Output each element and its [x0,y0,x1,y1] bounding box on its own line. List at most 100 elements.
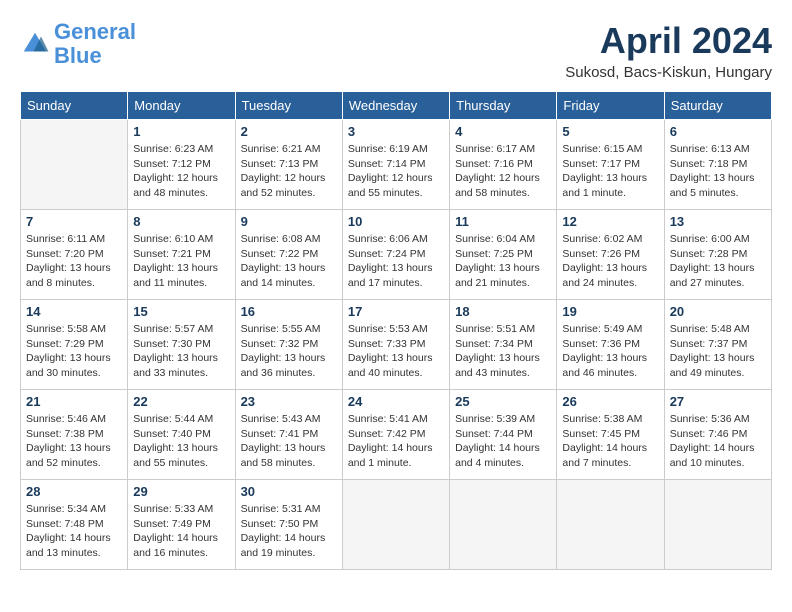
day-info: Sunrise: 5:48 AMSunset: 7:37 PMDaylight:… [670,322,766,381]
day-number: 25 [455,394,551,409]
title-block: April 2024 Sukosd, Bacs-Kiskun, Hungary [565,20,772,81]
calendar-cell: 2Sunrise: 6:21 AMSunset: 7:13 PMDaylight… [235,120,342,210]
day-info: Sunrise: 6:21 AMSunset: 7:13 PMDaylight:… [241,142,337,201]
day-number: 20 [670,304,766,319]
day-info: Sunrise: 5:46 AMSunset: 7:38 PMDaylight:… [26,412,122,471]
calendar-cell: 22 Sunrise: 5:44 AMSunset: 7:40 PMDayligh… [128,390,235,480]
day-number: 6 [670,124,766,139]
day-number: 29 [133,484,229,499]
calendar-cell: 30Sunrise: 5:31 AMSunset: 7:50 PMDayligh… [235,480,342,570]
calendar-cell: 26 Sunrise: 5:38 AMSunset: 7:45 PMDayligh… [557,390,664,480]
day-number: 8 [133,214,229,229]
calendar-cell: 25Sunrise: 5:39 AMSunset: 7:44 PMDayligh… [450,390,557,480]
day-info: Sunrise: 5:34 AMSunset: 7:48 PMDaylight:… [26,502,122,561]
day-number: 21 [26,394,122,409]
calendar-week-row: 1 Sunrise: 6:23 AMSunset: 7:12 PMDaylight… [21,120,772,210]
calendar-cell [21,120,128,210]
day-info: Sunrise: 5:41 AMSunset: 7:42 PMDaylight:… [348,412,444,471]
calendar-cell: 24 Sunrise: 5:41 AMSunset: 7:42 PMDayligh… [342,390,449,480]
calendar-cell: 16Sunrise: 5:55 AMSunset: 7:32 PMDayligh… [235,300,342,390]
day-number: 11 [455,214,551,229]
calendar-cell: 20 Sunrise: 5:48 AMSunset: 7:37 PMDayligh… [664,300,771,390]
day-info: Sunrise: 5:49 AMSunset: 7:36 PMDaylight:… [562,322,658,381]
day-info: Sunrise: 6:02 AMSunset: 7:26 PMDaylight:… [562,232,658,291]
month-title: April 2024 [565,20,772,62]
header-tuesday: Tuesday [235,92,342,120]
calendar-cell: 5 Sunrise: 6:15 AMSunset: 7:17 PMDaylight… [557,120,664,210]
calendar-cell: 23Sunrise: 5:43 AMSunset: 7:41 PMDayligh… [235,390,342,480]
day-info: Sunrise: 6:11 AMSunset: 7:20 PMDaylight:… [26,232,122,291]
calendar-cell: 14 Sunrise: 5:58 AMSunset: 7:29 PMDayligh… [21,300,128,390]
logo-icon [20,29,50,59]
logo-general: General [54,19,136,44]
calendar-cell: 19 Sunrise: 5:49 AMSunset: 7:36 PMDayligh… [557,300,664,390]
calendar-cell: 7 Sunrise: 6:11 AMSunset: 7:20 PMDaylight… [21,210,128,300]
location-subtitle: Sukosd, Bacs-Kiskun, Hungary [565,64,772,81]
calendar-table: SundayMondayTuesdayWednesdayThursdayFrid… [20,91,772,570]
calendar-cell: 28Sunrise: 5:34 AMSunset: 7:48 PMDayligh… [21,480,128,570]
day-info: Sunrise: 5:57 AMSunset: 7:30 PMDaylight:… [133,322,229,381]
calendar-cell: 9Sunrise: 6:08 AMSunset: 7:22 PMDaylight… [235,210,342,300]
calendar-cell: 17Sunrise: 5:53 AMSunset: 7:33 PMDayligh… [342,300,449,390]
header-wednesday: Wednesday [342,92,449,120]
logo: General Blue [20,20,136,68]
day-number: 16 [241,304,337,319]
day-number: 27 [670,394,766,409]
day-number: 19 [562,304,658,319]
header-monday: Monday [128,92,235,120]
day-info: Sunrise: 6:10 AMSunset: 7:21 PMDaylight:… [133,232,229,291]
header-friday: Friday [557,92,664,120]
day-number: 7 [26,214,122,229]
day-info: Sunrise: 6:04 AMSunset: 7:25 PMDaylight:… [455,232,551,291]
day-number: 12 [562,214,658,229]
day-number: 24 [348,394,444,409]
day-number: 3 [348,124,444,139]
calendar-cell: 1 Sunrise: 6:23 AMSunset: 7:12 PMDaylight… [128,120,235,210]
calendar-cell: 8 Sunrise: 6:10 AMSunset: 7:21 PMDaylight… [128,210,235,300]
day-info: Sunrise: 6:17 AMSunset: 7:16 PMDaylight:… [455,142,551,201]
day-number: 14 [26,304,122,319]
calendar-cell [557,480,664,570]
calendar-week-row: 21 Sunrise: 5:46 AMSunset: 7:38 PMDayligh… [21,390,772,480]
day-number: 4 [455,124,551,139]
calendar-cell: 3 Sunrise: 6:19 AMSunset: 7:14 PMDaylight… [342,120,449,210]
day-info: Sunrise: 5:33 AMSunset: 7:49 PMDaylight:… [133,502,229,561]
day-number: 22 [133,394,229,409]
logo-text: General Blue [54,20,136,68]
header-thursday: Thursday [450,92,557,120]
day-info: Sunrise: 6:00 AMSunset: 7:28 PMDaylight:… [670,232,766,291]
day-number: 9 [241,214,337,229]
day-number: 5 [562,124,658,139]
day-info: Sunrise: 6:19 AMSunset: 7:14 PMDaylight:… [348,142,444,201]
day-info: Sunrise: 5:58 AMSunset: 7:29 PMDaylight:… [26,322,122,381]
day-number: 15 [133,304,229,319]
calendar-cell: 21 Sunrise: 5:46 AMSunset: 7:38 PMDayligh… [21,390,128,480]
calendar-cell: 11 Sunrise: 6:04 AMSunset: 7:25 PMDayligh… [450,210,557,300]
day-info: Sunrise: 6:15 AMSunset: 7:17 PMDaylight:… [562,142,658,201]
day-info: Sunrise: 5:44 AMSunset: 7:40 PMDaylight:… [133,412,229,471]
calendar-cell [342,480,449,570]
calendar-header-row: SundayMondayTuesdayWednesdayThursdayFrid… [21,92,772,120]
calendar-cell: 4 Sunrise: 6:17 AMSunset: 7:16 PMDaylight… [450,120,557,210]
day-number: 17 [348,304,444,319]
calendar-cell: 6 Sunrise: 6:13 AMSunset: 7:18 PMDaylight… [664,120,771,210]
day-number: 18 [455,304,551,319]
calendar-week-row: 14 Sunrise: 5:58 AMSunset: 7:29 PMDayligh… [21,300,772,390]
day-info: Sunrise: 5:51 AMSunset: 7:34 PMDaylight:… [455,322,551,381]
day-info: Sunrise: 6:23 AMSunset: 7:12 PMDaylight:… [133,142,229,201]
calendar-week-row: 28Sunrise: 5:34 AMSunset: 7:48 PMDayligh… [21,480,772,570]
calendar-cell: 29 Sunrise: 5:33 AMSunset: 7:49 PMDayligh… [128,480,235,570]
calendar-week-row: 7 Sunrise: 6:11 AMSunset: 7:20 PMDaylight… [21,210,772,300]
day-info: Sunrise: 5:38 AMSunset: 7:45 PMDaylight:… [562,412,658,471]
day-info: Sunrise: 6:13 AMSunset: 7:18 PMDaylight:… [670,142,766,201]
calendar-cell: 12 Sunrise: 6:02 AMSunset: 7:26 PMDayligh… [557,210,664,300]
header-sunday: Sunday [21,92,128,120]
day-info: Sunrise: 6:06 AMSunset: 7:24 PMDaylight:… [348,232,444,291]
day-number: 26 [562,394,658,409]
page-header: General Blue April 2024 Sukosd, Bacs-Kis… [20,20,772,81]
calendar-cell: 18 Sunrise: 5:51 AMSunset: 7:34 PMDayligh… [450,300,557,390]
day-number: 30 [241,484,337,499]
day-number: 1 [133,124,229,139]
day-info: Sunrise: 5:43 AMSunset: 7:41 PMDaylight:… [241,412,337,471]
calendar-cell: 15 Sunrise: 5:57 AMSunset: 7:30 PMDayligh… [128,300,235,390]
